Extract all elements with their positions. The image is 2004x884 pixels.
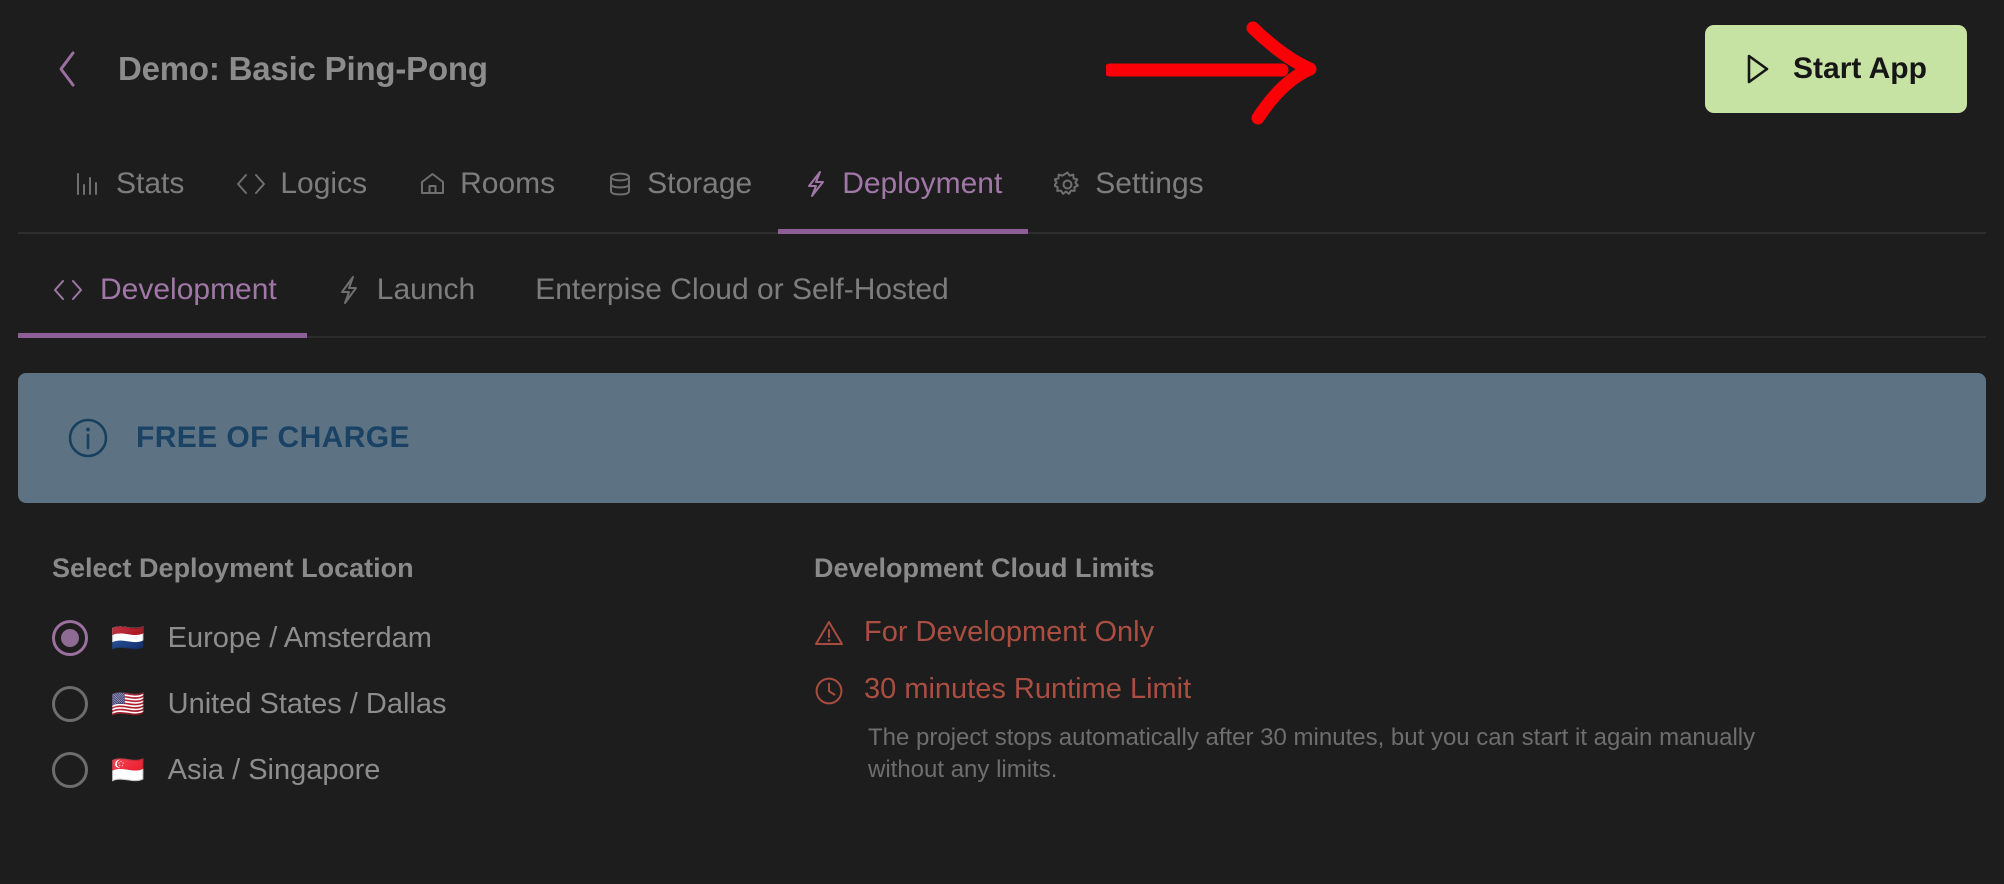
flag-singapore-icon: 🇸🇬 [111, 754, 145, 785]
info-circle-icon [66, 416, 110, 460]
flag-netherlands-icon: 🇳🇱 [111, 622, 145, 653]
tab-storage-label: Storage [647, 167, 753, 200]
main-tabs: Stats Logics Rooms Storage Deployment Se… [18, 138, 1986, 234]
database-icon [607, 171, 633, 197]
subtab-enterprise-cloud[interactable]: Enterpise Cloud or Self-Hosted [505, 273, 979, 338]
tab-stats-label: Stats [116, 167, 185, 200]
deployment-content: Select Deployment Location 🇳🇱 Europe / A… [18, 553, 1986, 814]
tab-settings-label: Settings [1095, 167, 1204, 200]
tab-deployment-label: Deployment [842, 167, 1003, 200]
location-option-europe-amsterdam[interactable]: 🇳🇱 Europe / Amsterdam [52, 616, 814, 660]
subtab-launch[interactable]: Launch [307, 273, 505, 338]
tab-deployment[interactable]: Deployment [778, 167, 1029, 234]
tab-rooms[interactable]: Rooms [393, 167, 581, 234]
location-option-label: Asia / Singapore [167, 753, 381, 786]
free-of-charge-banner: FREE OF CHARGE [18, 373, 1986, 503]
limit-for-development-only: For Development Only [814, 616, 1986, 649]
limit-title: For Development Only [864, 616, 1155, 648]
bar-chart-icon [76, 171, 102, 197]
location-option-label: United States / Dallas [167, 687, 447, 720]
code-brackets-icon [236, 172, 266, 196]
radio-button[interactable] [52, 752, 88, 788]
flag-united-states-icon: 🇺🇸 [111, 688, 145, 719]
limit-title: 30 minutes Runtime Limit [864, 673, 1192, 705]
chevron-left-icon [59, 51, 75, 87]
limit-runtime: 30 minutes Runtime Limit [814, 673, 1986, 706]
page-header: Demo: Basic Ping-Pong Start App [18, 0, 1986, 138]
banner-text: FREE OF CHARGE [136, 421, 410, 454]
subtab-enterprise-cloud-label: Enterpise Cloud or Self-Hosted [535, 273, 949, 306]
gear-icon [1054, 171, 1081, 198]
warning-triangle-icon [814, 616, 844, 647]
cloud-limits-title: Development Cloud Limits [814, 553, 1155, 583]
code-brackets-icon [52, 277, 84, 303]
page-title: Demo: Basic Ping-Pong [118, 50, 488, 87]
subtab-development[interactable]: Development [18, 273, 307, 338]
location-option-united-states-dallas[interactable]: 🇺🇸 United States / Dallas [52, 682, 814, 726]
subtab-development-label: Development [100, 273, 277, 306]
limit-description: The project stops automatically after 30… [868, 724, 1756, 784]
cloud-limits-section: Development Cloud Limits For Development… [814, 553, 1986, 814]
start-app-button[interactable]: Start App [1705, 25, 1967, 113]
tab-logics[interactable]: Logics [210, 167, 393, 234]
play-icon [1745, 53, 1771, 85]
subtab-launch-label: Launch [376, 273, 476, 306]
home-icon [419, 171, 446, 197]
tab-stats[interactable]: Stats [50, 167, 210, 234]
tab-rooms-label: Rooms [460, 167, 556, 200]
deployment-location-section: Select Deployment Location 🇳🇱 Europe / A… [52, 553, 814, 814]
start-app-label: Start App [1793, 52, 1927, 85]
tab-logics-label: Logics [280, 167, 368, 200]
tab-settings[interactable]: Settings [1028, 167, 1229, 234]
lightning-bolt-icon [337, 275, 361, 305]
clock-icon [814, 673, 844, 706]
location-option-asia-singapore[interactable]: 🇸🇬 Asia / Singapore [52, 748, 814, 792]
lightning-bolt-icon [804, 170, 828, 198]
tab-storage[interactable]: Storage [581, 167, 778, 234]
radio-button[interactable] [52, 620, 88, 656]
back-button[interactable] [56, 49, 78, 89]
radio-button[interactable] [52, 686, 88, 722]
deployment-location-title: Select Deployment Location [52, 553, 414, 583]
sub-tabs: Development Launch Enterpise Cloud or Se… [18, 234, 1986, 338]
location-option-label: Europe / Amsterdam [167, 621, 432, 654]
deployment-page: Demo: Basic Ping-Pong Start App Stats Lo… [0, 0, 2004, 884]
